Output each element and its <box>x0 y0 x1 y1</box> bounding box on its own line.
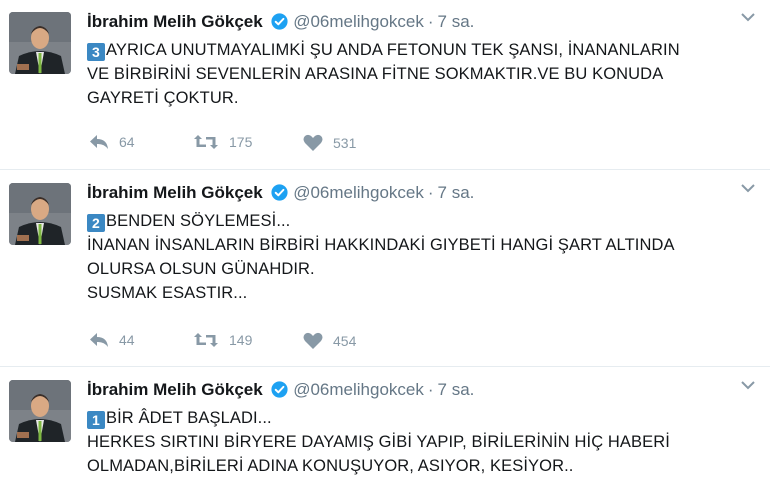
text-line: VE BİRBİRİNİ SEVENLERİN ARASINA FİTNE SO… <box>87 65 664 83</box>
user-name[interactable]: İbrahim Melih Gökçek <box>87 380 263 399</box>
retweet-button[interactable]: 175 <box>193 134 252 150</box>
reply-button[interactable]: 64 <box>89 134 135 150</box>
tweet-text: 3 AYRICA UNUTMAYALIMKİ ŞU ANDA FETONUN TE… <box>87 38 752 110</box>
user-name[interactable]: İbrahim Melih Gökçek <box>87 183 263 202</box>
number-badge: 2 <box>87 214 105 232</box>
number-badge: 3 <box>87 43 105 61</box>
text-line: AYRICA UNUTMAYALIMKİ ŞU ANDA FETONUN TEK… <box>106 41 680 59</box>
avatar[interactable] <box>9 12 71 74</box>
reply-icon <box>90 333 108 347</box>
retweet-icon <box>194 135 218 149</box>
number-badge: 1 <box>87 411 105 429</box>
timestamp[interactable]: 7 sa. <box>438 12 475 31</box>
chevron-down-icon[interactable] <box>740 377 756 395</box>
text-line: HERKES SIRTINI BİRYERE DAYAMIŞ GİBİ YAPI… <box>87 433 670 451</box>
avatar[interactable] <box>9 183 71 245</box>
tweet[interactable]: İbrahim Melih Gökçek @06melihgokcek · 7 sa… <box>0 171 770 367</box>
timestamp[interactable]: 7 sa. <box>438 380 475 399</box>
retweet-icon <box>194 333 218 347</box>
retweet-button[interactable]: 149 <box>193 332 252 348</box>
reply-icon <box>90 135 108 149</box>
user-handle[interactable]: @06melihgokcek <box>293 183 424 202</box>
text-line: OLMADAN,BİRİLERİ ADINA KONUŞUYOR, ASIYOR… <box>87 457 574 475</box>
chevron-down-icon[interactable] <box>740 9 756 27</box>
text-line: BİR ÂDET BAŞLADI... <box>106 409 272 427</box>
tweet-text: 2 BENDEN SÖYLEMESİ... İNANAN İNSANLARIN B… <box>87 209 752 305</box>
text-line: SUSMAK ESASTIR... <box>87 284 248 302</box>
tweet-text: 1 BİR ÂDET BAŞLADI... HERKES SIRTINI BİRY… <box>87 406 752 478</box>
like-button[interactable]: 454 <box>303 332 356 350</box>
retweet-count: 175 <box>229 134 253 150</box>
verified-badge-icon <box>271 184 289 207</box>
separator: · <box>427 183 434 202</box>
like-count: 531 <box>333 135 357 151</box>
like-count: 454 <box>333 333 357 349</box>
verified-badge-icon <box>271 13 289 36</box>
text-line: İNANAN İNSANLARIN BİRBİRİ HAKKINDAKİ GIY… <box>87 236 675 254</box>
like-button[interactable]: 531 <box>303 134 356 152</box>
timestamp[interactable]: 7 sa. <box>438 183 475 202</box>
heart-icon <box>303 134 323 151</box>
reply-count: 64 <box>119 134 135 150</box>
separator: · <box>427 380 434 399</box>
retweet-count: 149 <box>229 332 253 348</box>
reply-count: 44 <box>119 332 135 348</box>
user-handle[interactable]: @06melihgokcek <box>293 380 424 399</box>
tweet[interactable]: İbrahim Melih Gökçek @06melihgokcek · 7 sa… <box>0 368 770 496</box>
tweet[interactable]: İbrahim Melih Gökçek @06melihgokcek · 7 sa… <box>0 0 770 170</box>
reply-button[interactable]: 44 <box>89 332 135 348</box>
avatar[interactable] <box>9 380 71 442</box>
separator: · <box>427 12 434 31</box>
text-line: OLURSA OLSUN GÜNAHDIR. <box>87 260 315 278</box>
verified-badge-icon <box>271 381 289 404</box>
user-handle[interactable]: @06melihgokcek <box>293 12 424 31</box>
user-name[interactable]: İbrahim Melih Gökçek <box>87 12 263 31</box>
text-line: GAYRETİ ÇOKTUR. <box>87 89 239 107</box>
text-line: BENDEN SÖYLEMESİ... <box>106 212 291 230</box>
heart-icon <box>303 332 323 349</box>
chevron-down-icon[interactable] <box>740 180 756 198</box>
